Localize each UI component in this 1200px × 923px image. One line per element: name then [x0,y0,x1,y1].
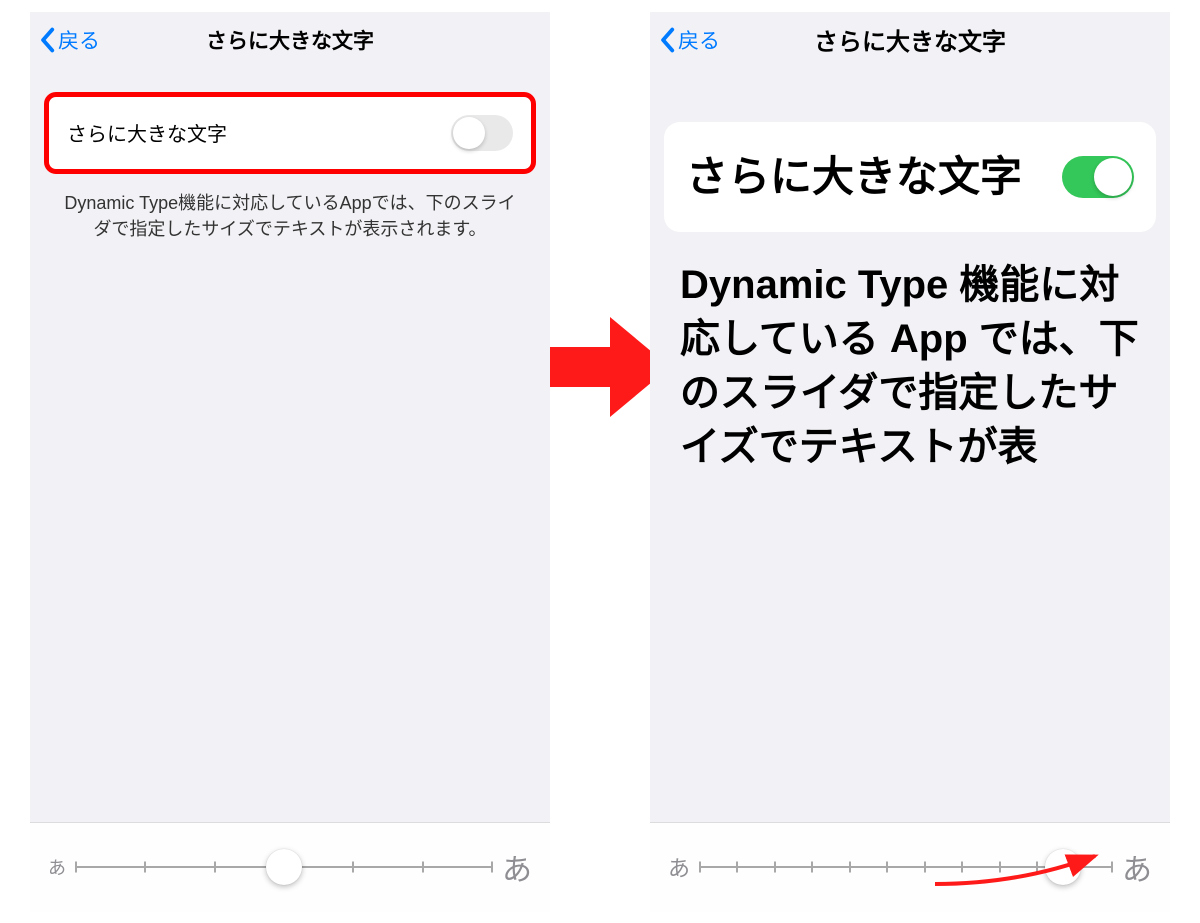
slider-tick [75,862,77,873]
navbar: 戻る さらに大きな文字 [30,12,550,68]
toggle-knob [1094,158,1132,196]
back-label: 戻る [678,25,720,55]
larger-text-row[interactable]: さらに大きな文字 [44,92,536,174]
slider-tick [924,862,926,873]
back-button[interactable]: 戻る [38,25,100,55]
larger-text-row[interactable]: さらに大きな文字 [664,122,1156,233]
slider-tick [214,862,216,873]
text-size-slider-bar: あ あ [650,822,1170,912]
content-area: さらに大きな文字 Dynamic Type機能に対応しているAppでは、下のスラ… [30,68,550,912]
chevron-left-icon [658,27,676,53]
slider-tick [736,862,738,873]
back-label: 戻る [58,25,100,55]
larger-text-label: さらに大きな文字 [686,150,1062,205]
slider-tick [144,862,146,873]
slider-min-char: あ [48,854,66,880]
back-button[interactable]: 戻る [658,25,720,55]
arrow-indicator-icon [930,844,1110,894]
larger-text-label: さらに大きな文字 [67,118,227,147]
slider-tick [491,862,493,873]
slider-tick [699,862,701,873]
slider-tick [774,862,776,873]
slider-max-char: あ [502,845,532,889]
slider-tick [886,862,888,873]
page-title: さらに大きな文字 [814,22,1006,57]
screen-left: 戻る さらに大きな文字 さらに大きな文字 Dynamic Type機能に対応して… [30,12,550,912]
slider-tick [1111,862,1113,873]
slider-tick [422,862,424,873]
slider-tick [849,862,851,873]
screen-right: 戻る さらに大きな文字 さらに大きな文字 Dynamic Type 機能に対応し… [650,12,1170,912]
text-size-slider-bar: あ あ [30,822,550,912]
description-text: Dynamic Type機能に対応しているAppでは、下のスライダで指定したサイ… [44,174,536,258]
text-size-slider[interactable] [76,849,492,885]
slider-thumb[interactable] [266,849,302,885]
toggle-knob [453,117,485,149]
slider-tick [811,862,813,873]
slider-tick [352,862,354,873]
larger-text-toggle[interactable] [1062,156,1134,198]
content-area: さらに大きな文字 Dynamic Type 機能に対応している App では、下… [650,68,1170,912]
description-text: Dynamic Type 機能に対応している App では、下のスライダで指定し… [664,232,1156,500]
slider-max-char: あ [1122,845,1152,889]
slider-min-char: あ [668,851,690,883]
chevron-left-icon [38,27,56,53]
larger-text-toggle[interactable] [451,115,513,151]
navbar: 戻る さらに大きな文字 [650,12,1170,68]
page-title: さらに大きな文字 [206,25,374,55]
